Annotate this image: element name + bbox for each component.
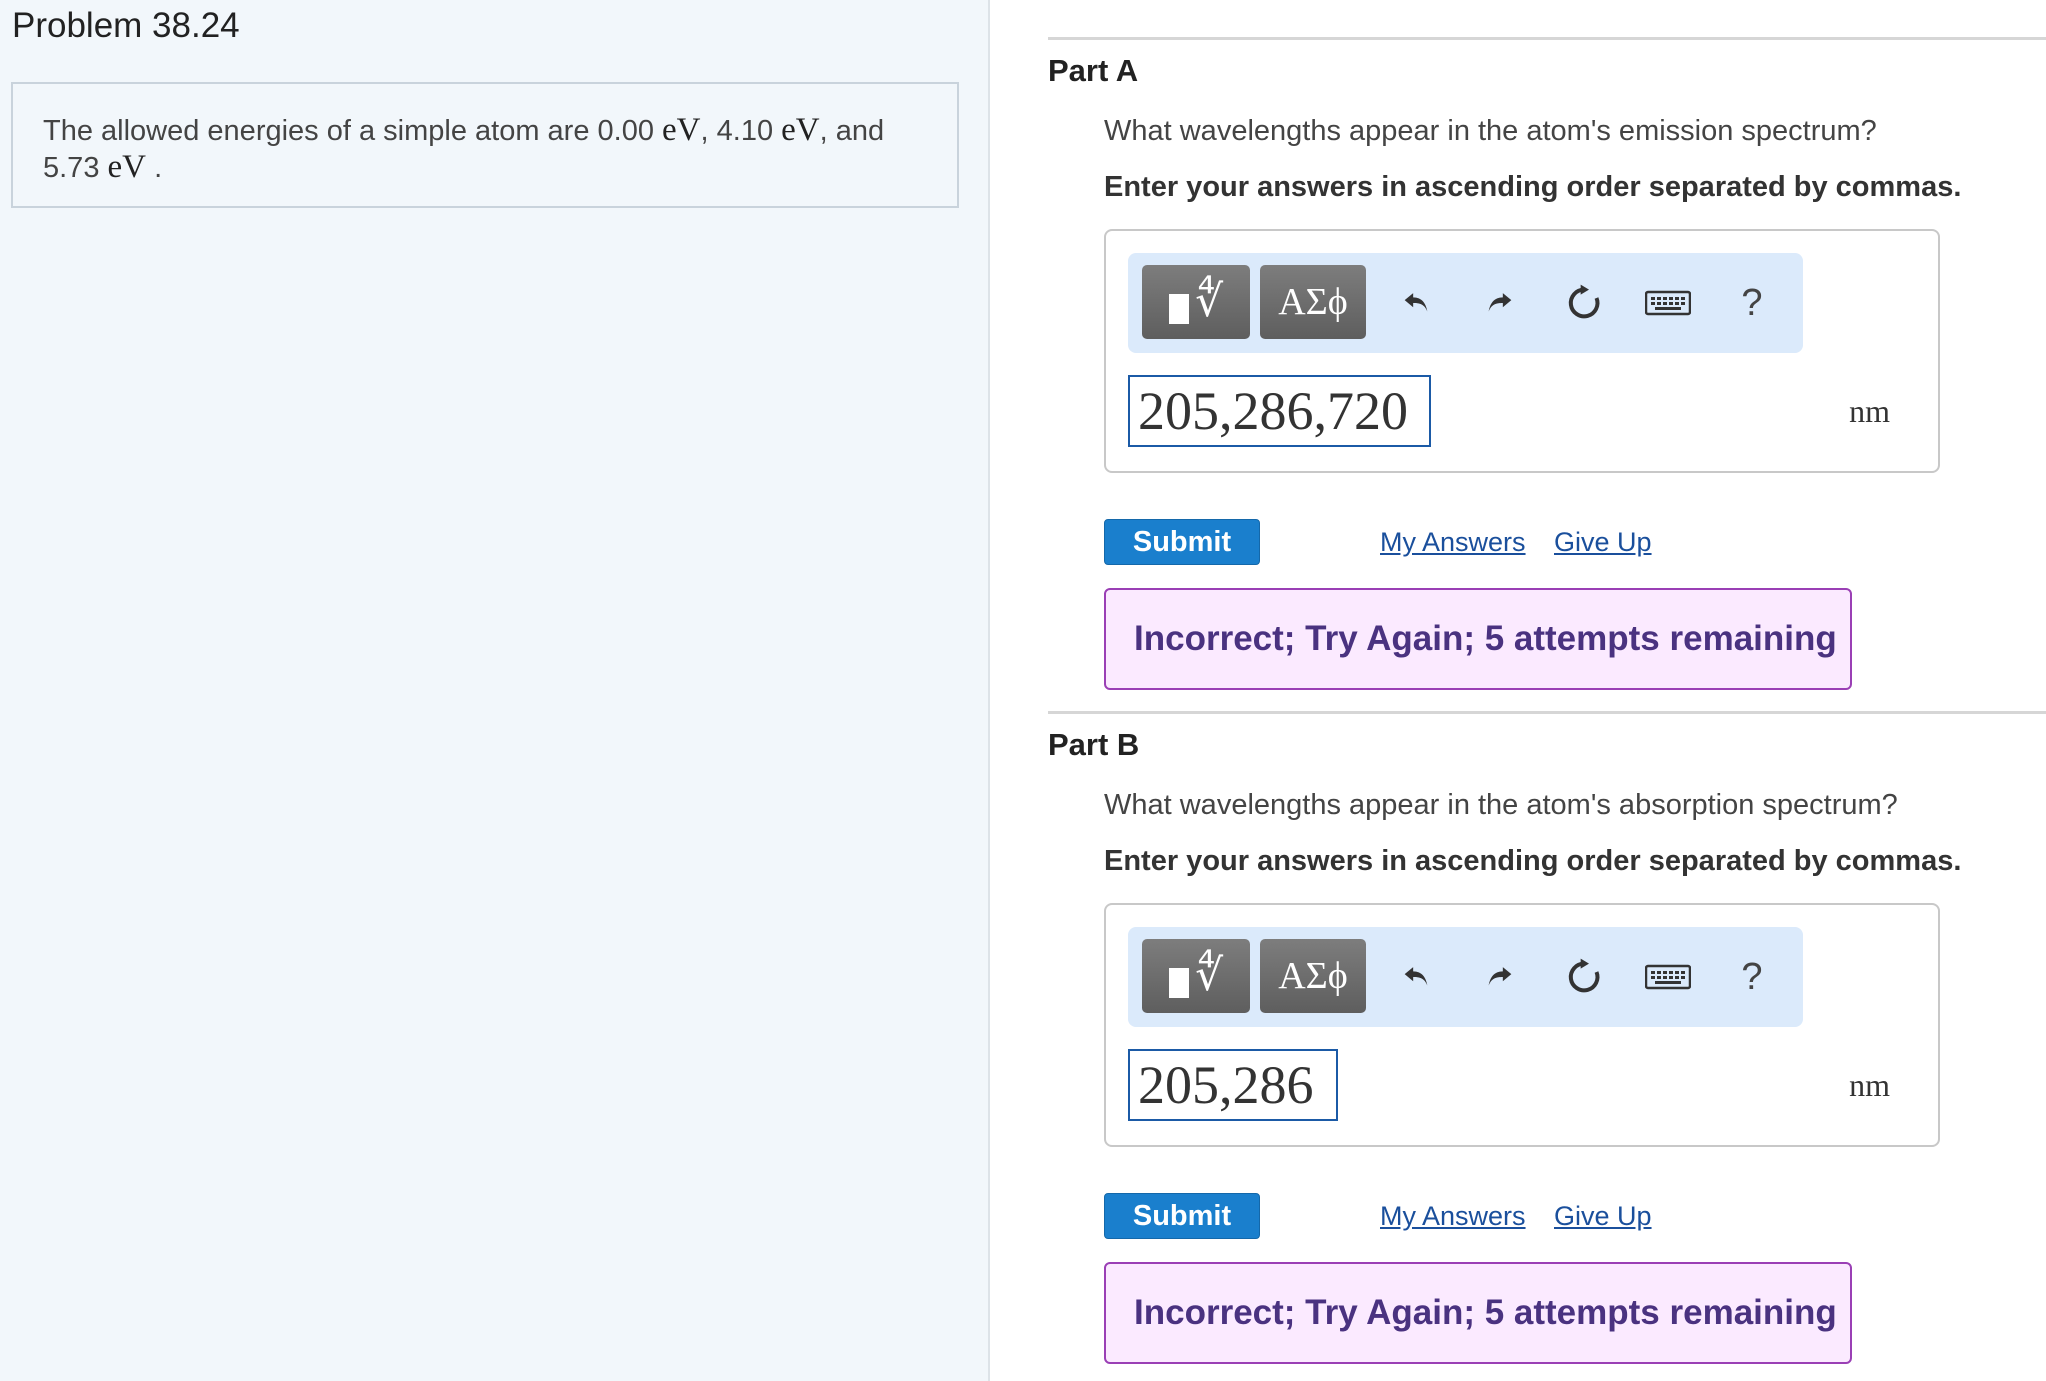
answer-box: ∜ ΑΣϕ ? 205,286 nm [1104, 903, 1940, 1147]
greek-symbols-button[interactable]: ΑΣϕ [1260, 939, 1366, 1013]
keyboard-icon[interactable] [1640, 275, 1696, 331]
my-answers-link[interactable]: My Answers [1380, 527, 1526, 558]
templates-icon[interactable]: ∜ [1142, 939, 1250, 1013]
greek-symbols-button[interactable]: ΑΣϕ [1260, 265, 1366, 339]
undo-icon[interactable] [1388, 275, 1444, 331]
question-text: What wavelengths appear in the atom's em… [1104, 115, 1877, 147]
give-up-link[interactable]: Give Up [1554, 527, 1652, 558]
submit-button[interactable]: Submit [1104, 519, 1260, 565]
problem-statement: The allowed energies of a simple atom ar… [11, 82, 959, 208]
reset-icon[interactable] [1556, 275, 1612, 331]
problem-text: , 4.10 [700, 115, 774, 147]
instruction-text: Enter your answers in ascending order se… [1104, 171, 1962, 203]
feedback-message: Incorrect; Try Again; 5 attempts remaini… [1104, 588, 1852, 690]
answer-input[interactable]: 205,286 [1128, 1049, 1338, 1121]
problem-text: . [154, 152, 163, 184]
math-toolbar: ∜ ΑΣϕ ? [1128, 927, 1803, 1027]
part-title: Part B [1048, 727, 1140, 762]
templates-icon[interactable]: ∜ [1142, 265, 1250, 339]
feedback-message: Incorrect; Try Again; 5 attempts remaini… [1104, 1262, 1852, 1364]
problem-text: 5.73 [43, 152, 100, 184]
problem-title: Problem 38.24 [12, 6, 240, 45]
answer-pane: Part A What wavelengths appear in the at… [990, 0, 2046, 1381]
give-up-link[interactable]: Give Up [1554, 1201, 1652, 1232]
energy-unit: eV [662, 112, 701, 148]
energy-unit: eV [781, 112, 820, 148]
problem-pane: Problem 38.24 The allowed energies of a … [0, 0, 990, 1381]
redo-icon[interactable] [1472, 275, 1528, 331]
reset-icon[interactable] [1556, 949, 1612, 1005]
unit-label: nm [1849, 1067, 1890, 1103]
answer-input[interactable]: 205,286,720 [1128, 375, 1431, 447]
help-button[interactable]: ? [1724, 275, 1780, 331]
redo-icon[interactable] [1472, 949, 1528, 1005]
question-text: What wavelengths appear in the atom's ab… [1104, 789, 1898, 821]
help-button[interactable]: ? [1724, 949, 1780, 1005]
unit-label: nm [1849, 393, 1890, 429]
problem-text: , and [819, 115, 885, 147]
keyboard-icon[interactable] [1640, 949, 1696, 1005]
answer-box: ∜ ΑΣϕ ? 205,286,720 nm [1104, 229, 1940, 473]
divider [1048, 37, 2046, 40]
part-title: Part A [1048, 53, 1139, 88]
problem-text: The allowed energies of a simple atom ar… [43, 115, 654, 147]
submit-button[interactable]: Submit [1104, 1193, 1260, 1239]
instruction-text: Enter your answers in ascending order se… [1104, 845, 1962, 877]
math-toolbar: ∜ ΑΣϕ ? [1128, 253, 1803, 353]
undo-icon[interactable] [1388, 949, 1444, 1005]
energy-unit: eV [107, 149, 146, 185]
divider [1048, 711, 2046, 714]
my-answers-link[interactable]: My Answers [1380, 1201, 1526, 1232]
